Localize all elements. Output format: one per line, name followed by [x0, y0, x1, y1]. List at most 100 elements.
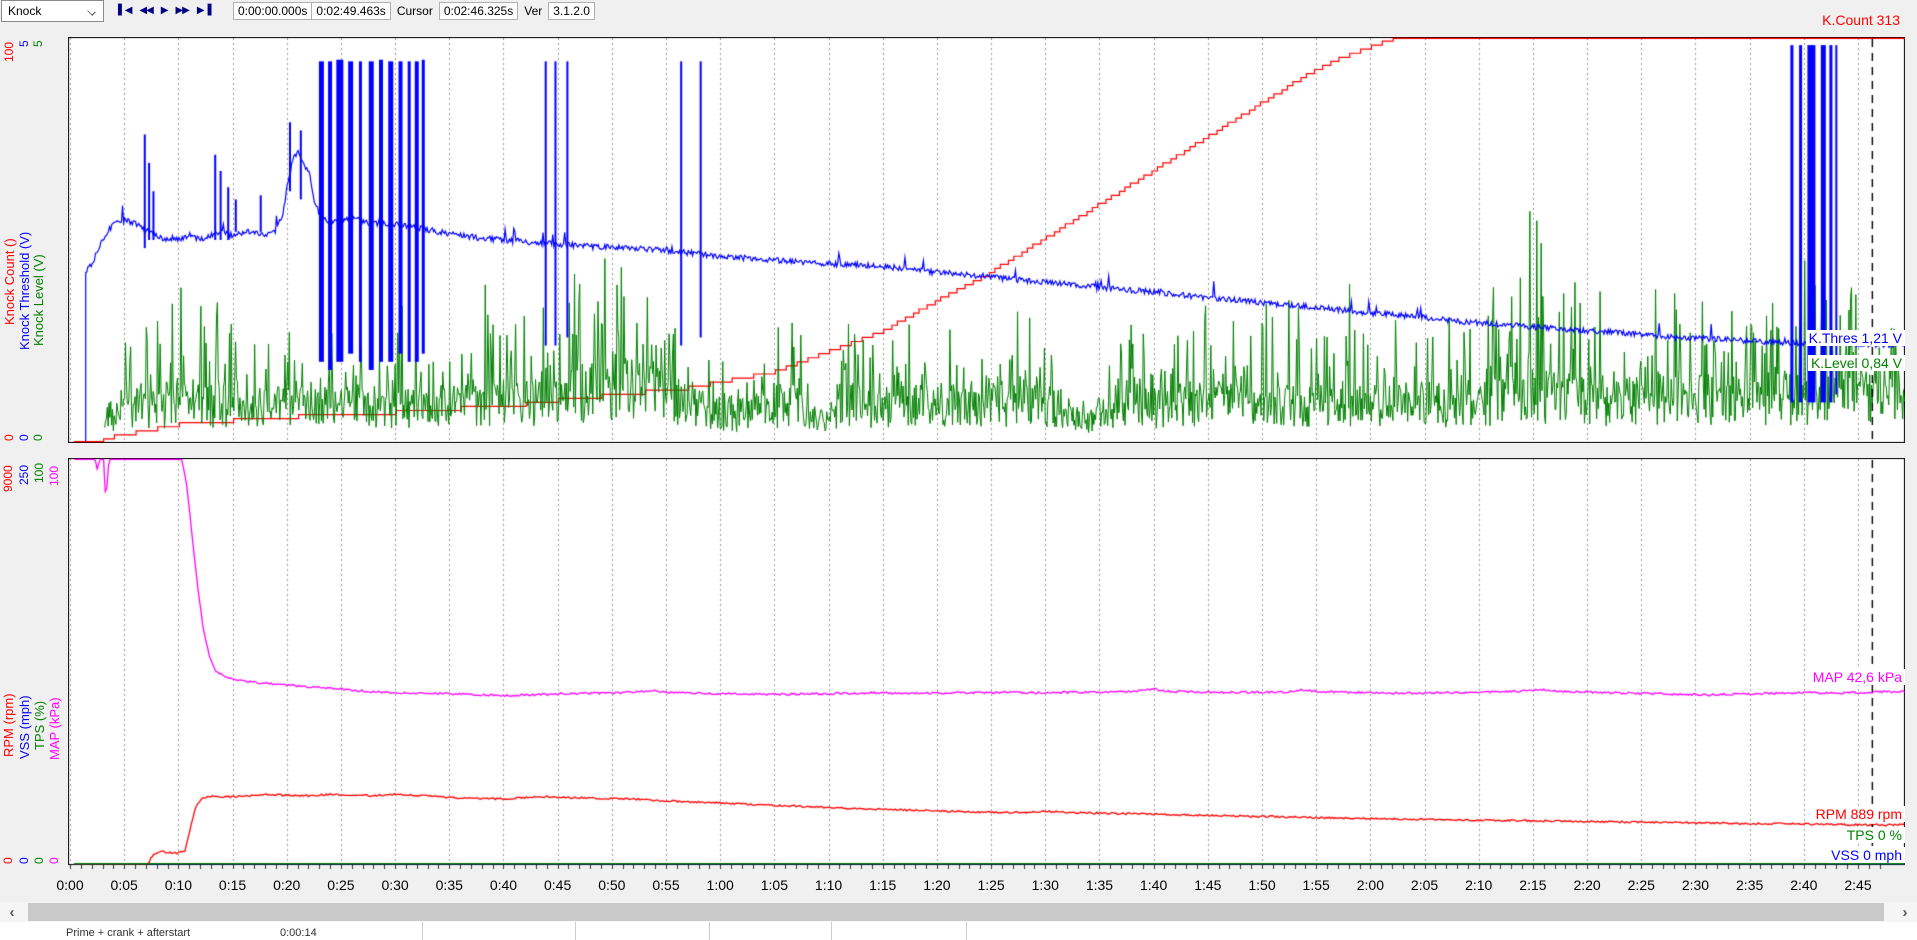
scrollbar-thumb[interactable]: [28, 903, 1884, 921]
status-separator: [831, 922, 832, 940]
kthres-value-label: K.Thres 1,21 V: [1806, 330, 1905, 346]
channel-select-value: Knock: [2, 4, 41, 18]
time-tick-label: 0:30: [381, 877, 408, 893]
tps-axis-name: TPS (%): [33, 701, 47, 750]
kcount-value-label: K.Count 313: [1819, 12, 1903, 28]
skip-end-button[interactable]: ▶▐: [193, 2, 214, 20]
skip-end-icon: ▶▐: [197, 5, 210, 16]
scroll-right-icon: ›: [1903, 904, 1908, 921]
time-tick-label: 0:50: [598, 877, 625, 893]
map-axis-min: 0: [48, 857, 61, 864]
cursor-label: Cursor: [391, 4, 439, 18]
version-value: 3.1.2.0: [548, 2, 595, 20]
map-axis-name: MAP (kPa): [48, 697, 62, 760]
time-tick-label: 2:25: [1628, 877, 1655, 893]
horizontal-scrollbar: ‹ ›: [0, 902, 1917, 922]
time-tick-label: 1:40: [1140, 877, 1167, 893]
map-axis-max: 100: [48, 466, 61, 486]
vss-value-label: VSS 0 mph: [1828, 847, 1905, 863]
chevron-down-icon: [88, 7, 96, 15]
status-separator: [709, 922, 710, 940]
knock-threshold-axis-max: 5: [18, 40, 31, 47]
klevel-value-label: K.Level 0,84 V: [1808, 355, 1905, 371]
time-tick-label: 0:10: [165, 877, 192, 893]
time-tick-label: 2:30: [1682, 877, 1709, 893]
vss-axis-name: VSS (mph): [18, 695, 32, 759]
time-tick-label: 2:00: [1357, 877, 1384, 893]
vss-axis-max: 250: [18, 465, 31, 485]
time-tick-label: 1:55: [1303, 877, 1330, 893]
fast-forward-button[interactable]: ▶▶: [171, 2, 192, 20]
time-tick-label: 1:10: [815, 877, 842, 893]
time-tick-label: 1:35: [1086, 877, 1113, 893]
time-tick-label: 2:45: [1844, 877, 1871, 893]
time-tick-label: 2:15: [1519, 877, 1546, 893]
knock-level-axis-max: 5: [32, 40, 45, 47]
status-row: Prime + crank + afterstart 0:00:14: [0, 922, 1917, 940]
rpm-axis-max: 9000: [2, 465, 15, 492]
skip-start-button[interactable]: ▌◀: [114, 2, 135, 20]
time-tick-label: 1:20: [923, 877, 950, 893]
rpm-axis-min: 0: [2, 857, 15, 864]
time-tick-label: 1:15: [869, 877, 896, 893]
scroll-right-button[interactable]: ›: [1893, 902, 1917, 922]
rpm-value-label: RPM 889 rpm: [1813, 806, 1905, 822]
toolbar: Knock ▌◀ ◀◀ ▶ ▶▶ ▶▐ 0:00:00.000s 0:02:49…: [0, 0, 1917, 22]
channel-select[interactable]: Knock: [1, 0, 104, 22]
fast-forward-icon: ▶▶: [175, 5, 188, 16]
time-tick-label: 0:20: [273, 877, 300, 893]
knock-count-axis-min: 0: [3, 434, 16, 441]
version-label: Ver: [518, 4, 548, 18]
play-button[interactable]: ▶: [157, 2, 172, 20]
time-tick-label: 1:45: [1194, 877, 1221, 893]
time-tick-label: 1:25: [977, 877, 1004, 893]
status-separator: [575, 922, 576, 940]
transport-controls: ▌◀ ◀◀ ▶ ▶▶ ▶▐: [114, 1, 214, 21]
scroll-left-icon: ‹: [10, 904, 15, 921]
time-tick-label: 0:35: [436, 877, 463, 893]
tps-value-label: TPS 0 %: [1844, 827, 1905, 843]
log-viewer-app: { "toolbar": { "channel_select": {"value…: [0, 0, 1917, 929]
play-icon: ▶: [161, 5, 168, 16]
time-tick-label: 0:00: [56, 877, 83, 893]
log-start-time: 0:00:00.000s: [233, 2, 312, 20]
time-tick-label: 1:05: [761, 877, 788, 893]
time-tick-label: 0:45: [544, 877, 571, 893]
time-axis: 0:00 0:05 0:10 0:15 0:20 0:25 0:30 0:35 0:40 0:45…: [0, 877, 1917, 897]
skip-start-icon: ▌◀: [118, 5, 131, 16]
tps-axis-min: 0: [33, 857, 46, 864]
time-tick-label: 0:55: [652, 877, 679, 893]
time-tick-label: 2:40: [1790, 877, 1817, 893]
knock-chart-canvas[interactable]: [68, 37, 1905, 443]
rewind-icon: ◀◀: [139, 5, 152, 16]
time-tick-label: 1:00: [707, 877, 734, 893]
knock-threshold-axis-name: Knock Threshold (V): [18, 232, 32, 350]
vss-axis-min: 0: [18, 857, 31, 864]
scroll-left-button[interactable]: ‹: [0, 902, 24, 922]
rpm-axis-name: RPM (rpm): [2, 693, 16, 757]
status-separator: [422, 922, 423, 940]
status-separator: [966, 922, 967, 940]
time-tick-label: 1:50: [1248, 877, 1275, 893]
time-tick-label: 0:05: [111, 877, 138, 893]
time-tick-label: 0:40: [490, 877, 517, 893]
knock-level-axis-min: 0: [32, 434, 45, 441]
time-tick-label: 1:30: [1032, 877, 1059, 893]
time-tick-label: 2:35: [1736, 877, 1763, 893]
time-tick-label: 0:25: [327, 877, 354, 893]
knock-count-axis-max: 100: [3, 42, 16, 62]
cursor-time: 0:02:46.325s: [439, 2, 518, 20]
time-display-bar: 0:00:00.000s 0:02:49.463s Cursor 0:02:46…: [233, 2, 595, 20]
time-tick-label: 2:10: [1465, 877, 1492, 893]
knock-level-axis-name: Knock Level (V): [32, 254, 46, 346]
knock-count-axis-name: Knock Count (): [3, 238, 17, 325]
time-tick-label: 2:20: [1573, 877, 1600, 893]
log-end-time: 0:02:49.463s: [312, 2, 390, 20]
rewind-button[interactable]: ◀◀: [135, 2, 156, 20]
engine-chart-canvas[interactable]: [68, 458, 1905, 871]
time-tick-label: 2:05: [1411, 877, 1438, 893]
map-value-label: MAP 42,6 kPa: [1810, 669, 1905, 685]
time-tick-label: 0:15: [219, 877, 246, 893]
knock-threshold-axis-min: 0: [18, 434, 31, 441]
tps-axis-max: 100: [33, 463, 46, 483]
